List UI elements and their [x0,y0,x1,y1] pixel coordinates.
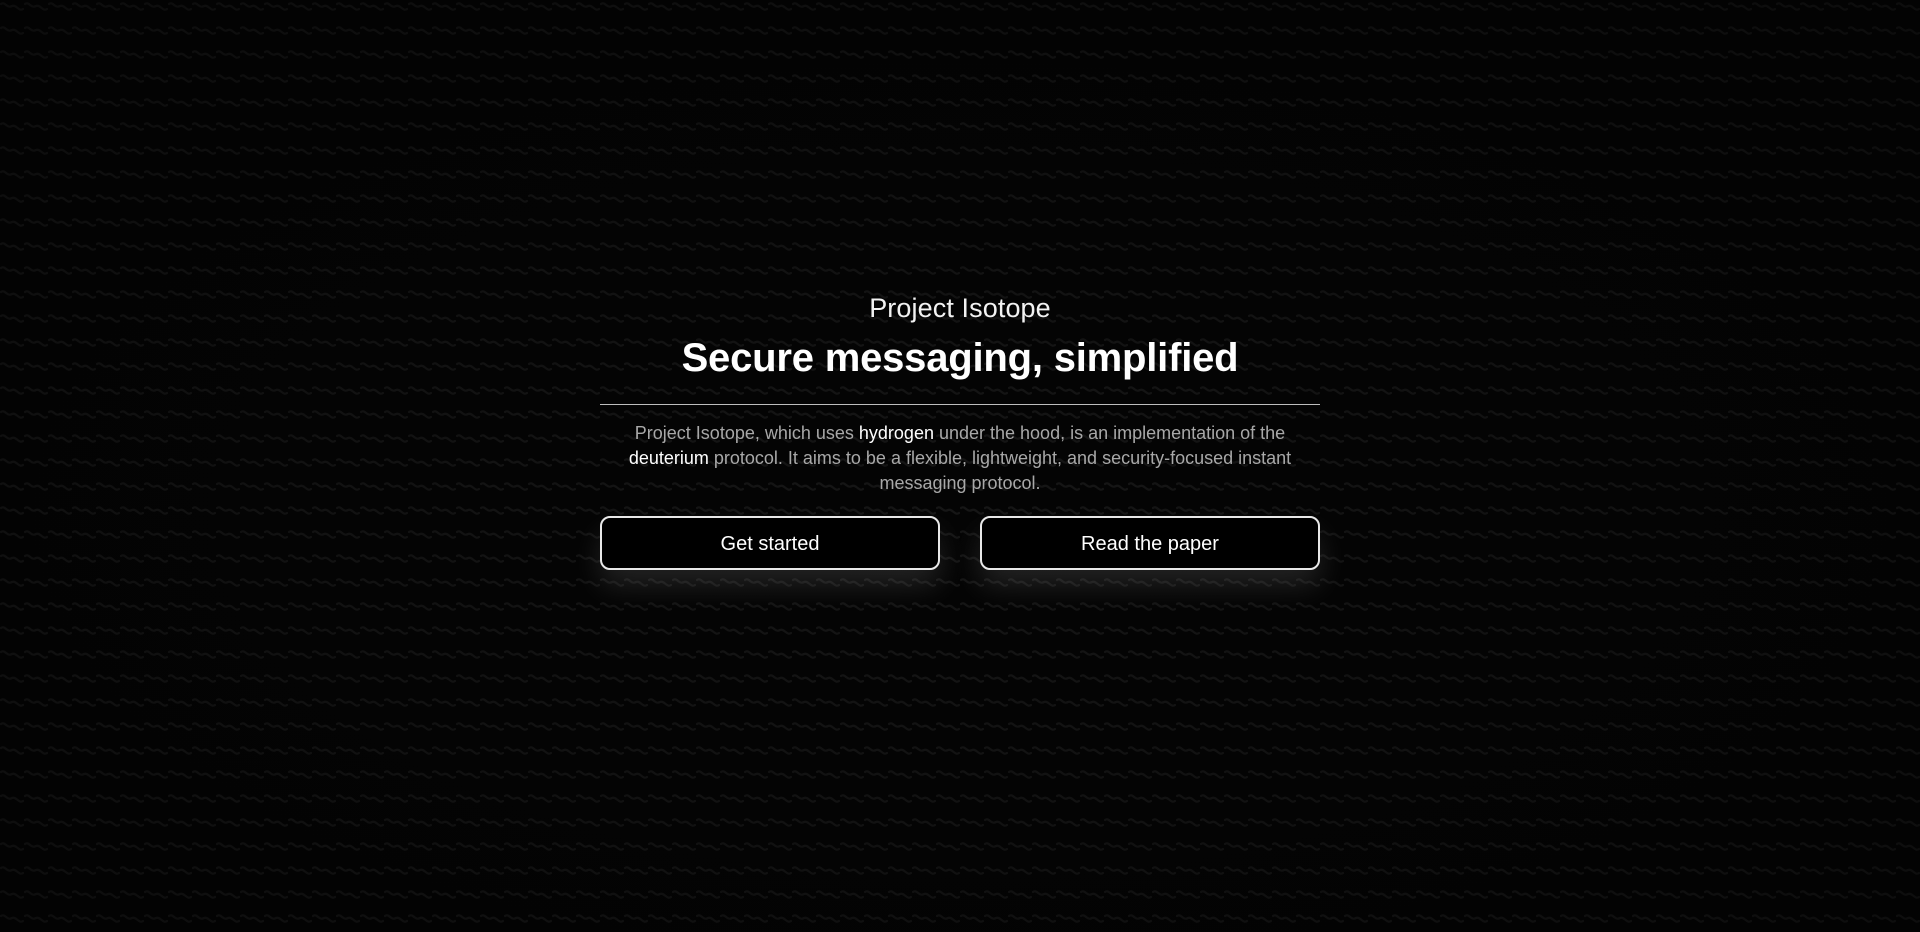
deuterium-highlight: deuterium [628,448,709,468]
landing-page: Project Isotope Secure messaging, simpli… [0,0,1920,932]
project-name: Project Isotope [869,293,1051,323]
page-headline: Secure messaging, simplified [681,336,1239,380]
description-text: Project Isotope, which uses [634,423,859,443]
description-text: under the hood, is an implementation of … [933,423,1286,443]
hero-section: Project Isotope Secure messaging, simpli… [600,286,1320,570]
hydrogen-highlight: hydrogen [858,423,934,443]
action-buttons: Get started Read the paper [600,516,1320,570]
description-text: protocol. It aims to be a flexible, ligh… [708,448,1292,493]
headline-divider [600,404,1320,405]
project-description: Project Isotope, which uses hydrogen und… [620,421,1300,496]
get-started-button[interactable]: Get started [600,516,940,570]
read-the-paper-button[interactable]: Read the paper [980,516,1320,570]
